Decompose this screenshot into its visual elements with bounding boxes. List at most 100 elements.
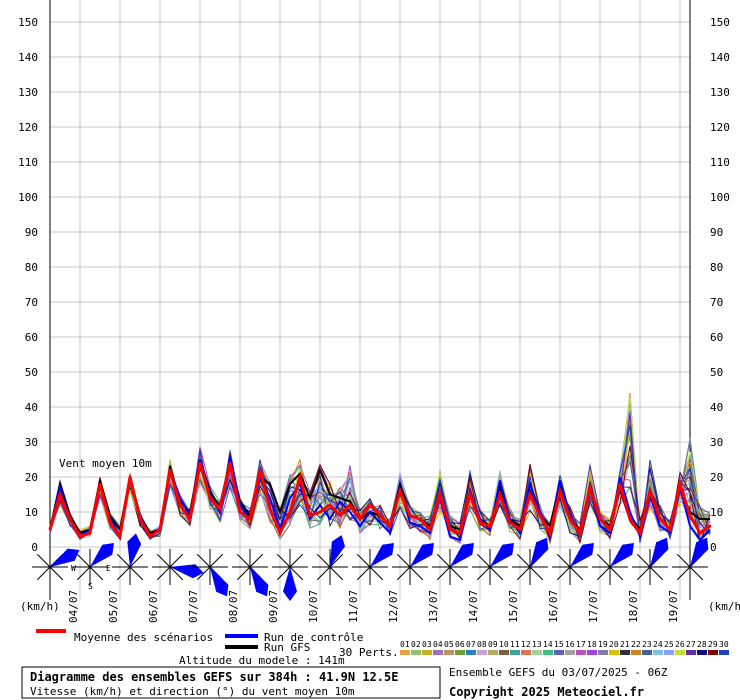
mean-point xyxy=(438,493,442,496)
mean-point xyxy=(198,461,202,465)
compass-south: S xyxy=(88,582,93,591)
unit-label-left: (km/h) xyxy=(20,600,60,613)
mean-point xyxy=(58,493,62,496)
rose-spoke xyxy=(236,566,251,581)
pert-legend-swatch xyxy=(642,650,652,655)
y-tick-label: 60 xyxy=(710,331,723,344)
mean-point xyxy=(468,493,472,496)
y-tick-label: 100 xyxy=(710,191,730,204)
x-tick-label: 06/07 xyxy=(147,590,160,623)
mean-point xyxy=(488,524,492,528)
x-tick-label: 07/07 xyxy=(187,590,200,623)
wind-rose xyxy=(232,549,269,597)
pert-legend-number: 07 xyxy=(466,640,476,649)
wind-rose xyxy=(592,543,634,585)
pert-legend-swatch xyxy=(466,650,476,655)
mean-point xyxy=(698,531,702,535)
pert-legend-swatch xyxy=(488,650,498,655)
series-label: Vent moyen 10m xyxy=(59,457,152,470)
y-axis-right-ticks: 0 10 20 30 40 50 60 70 80 90 100 110 120 130 140 150 xyxy=(710,16,730,554)
pert-legend-number: 05 xyxy=(444,640,454,649)
wind-direction-petal xyxy=(650,537,669,567)
mean-point xyxy=(538,514,542,517)
y-tick-label: 10 xyxy=(710,506,723,519)
mean-point xyxy=(138,517,142,521)
wind-direction-petal xyxy=(330,535,345,567)
y-tick-label: 120 xyxy=(710,121,730,134)
perturbation-legend: 01 02 03 04 05 06 07 08 09 10 11 12 13 14 15 16 17 18 19 20… xyxy=(400,640,729,655)
rose-spoke xyxy=(76,553,91,568)
mean-point xyxy=(428,528,432,531)
mean-point xyxy=(308,514,312,517)
pert-legend-number: 24 xyxy=(653,640,663,649)
mean-point xyxy=(618,482,622,486)
rose-spoke xyxy=(596,566,611,581)
pert-legend-swatch xyxy=(411,650,421,655)
x-tick-label: 11/07 xyxy=(347,590,360,623)
mean-point xyxy=(348,503,352,507)
rose-spoke xyxy=(156,553,171,568)
compass-west: W xyxy=(71,564,76,573)
x-tick-label: 12/07 xyxy=(387,590,400,623)
x-tick-label: 08/07 xyxy=(227,590,240,623)
rose-spoke xyxy=(356,566,371,581)
rose-spoke xyxy=(356,553,371,568)
pert-legend-swatch xyxy=(675,650,685,655)
mean-point xyxy=(628,517,632,521)
rose-spoke xyxy=(169,553,184,568)
mean-point xyxy=(388,524,392,528)
pert-legend-number: 30 xyxy=(719,640,729,649)
y-tick-label: 40 xyxy=(25,401,38,414)
mean-point xyxy=(608,528,612,531)
pert-legend-swatch xyxy=(510,650,520,655)
rose-spoke xyxy=(609,566,624,581)
mean-point xyxy=(498,493,502,496)
y-tick-label: 30 xyxy=(25,436,38,449)
y-tick-label: 120 xyxy=(18,121,38,134)
y-tick-label: 90 xyxy=(710,226,723,239)
pert-legend-swatch xyxy=(697,650,707,655)
mean-point xyxy=(178,503,182,507)
mean-point xyxy=(218,507,222,510)
rose-spoke xyxy=(316,553,331,568)
pert-legend-number: 25 xyxy=(664,640,674,649)
wind-rose xyxy=(632,537,669,585)
rose-spoke xyxy=(476,566,491,581)
wind-direction-petal xyxy=(690,537,709,567)
pert-legend-swatch xyxy=(565,650,575,655)
mean-point xyxy=(508,521,512,524)
mean-point xyxy=(548,531,552,535)
y-tick-label: 100 xyxy=(18,191,38,204)
rose-spoke xyxy=(49,566,64,581)
mean-point xyxy=(688,514,692,517)
wind-rose xyxy=(432,543,474,585)
rose-spoke xyxy=(676,553,691,568)
mean-point xyxy=(528,493,532,496)
wind-rose xyxy=(552,543,594,585)
legend-perts-label: 30 Perts. xyxy=(339,646,399,659)
x-tick-label: 05/07 xyxy=(107,590,120,623)
pert-legend-swatch xyxy=(433,650,443,655)
pert-legend-number: 08 xyxy=(477,640,487,649)
rose-spoke xyxy=(516,566,531,581)
rose-spoke xyxy=(316,566,331,581)
pert-legend-number: 19 xyxy=(598,640,608,649)
pert-legend-number: 18 xyxy=(587,640,597,649)
rose-spoke xyxy=(556,553,571,568)
pert-legend-swatch xyxy=(444,650,454,655)
mean-point xyxy=(318,510,322,514)
mean-point xyxy=(108,521,112,524)
pert-legend-swatch xyxy=(576,650,586,655)
mean-point xyxy=(48,528,52,531)
y-tick-label: 0 xyxy=(710,541,717,554)
wind-direction-petal xyxy=(127,533,142,567)
pert-legend-swatch xyxy=(598,650,608,655)
pert-legend-number: 14 xyxy=(543,640,553,649)
wind-direction-petal xyxy=(210,567,229,597)
mean-point xyxy=(648,489,652,493)
rose-spoke xyxy=(409,566,424,581)
wind-rose xyxy=(472,543,514,585)
rose-spoke xyxy=(276,553,291,568)
mean-point xyxy=(338,514,342,517)
mean-point xyxy=(668,528,672,531)
